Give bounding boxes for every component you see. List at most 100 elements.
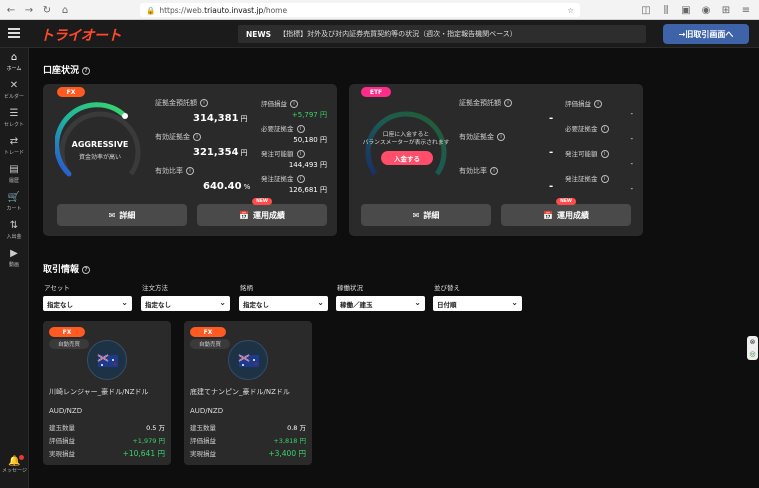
- cart-icon: 🛒: [7, 191, 21, 203]
- ratio-label: 有効比率 i: [155, 166, 194, 176]
- asset-select[interactable]: 指定なし ⌄: [43, 296, 132, 311]
- help-icon[interactable]: i: [600, 150, 609, 158]
- help-icon[interactable]: i: [497, 133, 505, 141]
- section-title-trading: 取引情報?: [43, 262, 91, 275]
- fx-account-card: FX AGGRESSIVE 資金効率が高い 証拠金預託額 i 314,381 円 有…: [43, 84, 337, 236]
- extensions-icon[interactable]: ⊞: [719, 3, 733, 17]
- filter-label-order-method: 注文方法: [142, 284, 168, 292]
- calendar-icon: 📅: [543, 210, 553, 220]
- deposit-icon: ⇅: [9, 219, 19, 231]
- help-icon[interactable]: i: [290, 100, 298, 108]
- sidebar-item-video[interactable]: ▶ 動画: [0, 244, 28, 272]
- detail-button-label: 詳細: [423, 210, 440, 220]
- sidebar-item-label: カート: [6, 205, 22, 212]
- etf-order-margin-value: -: [630, 185, 633, 193]
- forward-arrow-icon[interactable]: →: [22, 3, 36, 17]
- account-icon[interactable]: ◉: [699, 3, 713, 17]
- hamburger-menu-icon[interactable]: [8, 28, 20, 38]
- etf-detail-button[interactable]: ✉ 詳細: [361, 204, 491, 226]
- close-icon[interactable]: ⊗: [750, 338, 756, 346]
- help-icon[interactable]: i: [296, 175, 305, 183]
- notification-dot: [18, 455, 24, 460]
- etf-deposit-label: 証拠金預託額 i: [459, 98, 512, 108]
- auto-trade-badge: 自動売買: [49, 339, 89, 349]
- help-icon[interactable]: i: [600, 125, 609, 133]
- fx-detail-button[interactable]: ✉ 詳細: [57, 204, 187, 226]
- sidebar-item-builder[interactable]: ✕ ビルダー: [0, 76, 28, 104]
- sidebar-item-history[interactable]: ▤ 履歴: [0, 160, 28, 188]
- logo[interactable]: トライオート: [40, 25, 122, 45]
- sidebar-item-cart[interactable]: 🛒 カート: [0, 188, 28, 216]
- sidebar-toggle-icon[interactable]: ▣: [679, 3, 693, 17]
- news-text[interactable]: 【指標】対外及び対内証券売買契約等の状況（週次・指定報告機関ベース）: [279, 29, 517, 39]
- strategy-card[interactable]: FX 自動売買 底建てナンピン_豪ドル/NZドル AUD/NZD 建玉数量 0.8…: [184, 321, 312, 465]
- strategy-pair: AUD/NZD: [49, 407, 83, 415]
- sidebar-item-messages[interactable]: 🔔 メッセージ: [0, 455, 29, 474]
- chevron-down-icon: ⌄: [317, 298, 324, 307]
- new-badge: NEW: [556, 198, 576, 205]
- old-screen-button[interactable]: →旧取引画面へ: [663, 24, 749, 44]
- help-icon[interactable]: i: [490, 167, 498, 175]
- reload-icon[interactable]: ↻: [40, 3, 54, 17]
- sidebar-item-trade[interactable]: ⇄ トレード: [0, 132, 28, 160]
- calendar-icon: 📅: [239, 210, 249, 220]
- sidebar-item-deposit[interactable]: ⇅ 入出金: [0, 216, 28, 244]
- help-icon[interactable]: i: [296, 125, 305, 133]
- sidebar-item-label: セレクト: [3, 121, 24, 128]
- history-icon: ▤: [9, 163, 19, 175]
- order-method-select[interactable]: 指定なし ⌄: [141, 296, 230, 311]
- help-icon[interactable]: i: [193, 133, 201, 141]
- etf-account-card: ETF 口座に入金すると バランスメーターが表示されます 入金する 証拠金預託額 i…: [349, 84, 643, 236]
- symbol-select[interactable]: 指定なし ⌄: [239, 296, 328, 311]
- chevron-down-icon: ⌄: [511, 298, 518, 307]
- strategy-card[interactable]: FX 自動売買 川崎レンジャー_豪ドル/NZドル AUD/NZD 建玉数量 0.5…: [43, 321, 171, 465]
- etf-available-value: -: [630, 160, 633, 168]
- realized-row: 実現損益 +3,400 円: [190, 449, 306, 458]
- help-icon[interactable]: i: [594, 100, 602, 108]
- etf-badge: ETF: [361, 87, 391, 97]
- browser-menu-icon[interactable]: ≡: [739, 3, 753, 17]
- help-icon[interactable]: ?: [82, 67, 91, 75]
- fx-results-button[interactable]: NEW 📅 運用成績: [197, 198, 327, 226]
- sidebar-item-home[interactable]: ⌂ ホーム: [0, 48, 28, 76]
- sort-select[interactable]: 日付順 ⌄: [433, 296, 522, 311]
- help-icon[interactable]: i: [186, 167, 194, 175]
- help-icon[interactable]: i: [600, 175, 609, 183]
- ratio-value: 640.40%: [203, 181, 251, 192]
- help-icon[interactable]: i: [200, 99, 208, 107]
- position-row: 建玉数量 0.8 万: [190, 424, 306, 432]
- bookmark-star-icon[interactable]: ☆: [567, 6, 574, 15]
- required-margin-label: 必要証拠金 i: [261, 123, 305, 133]
- help-icon[interactable]: i: [296, 150, 305, 158]
- help-icon[interactable]: i: [504, 99, 512, 107]
- etf-results-button[interactable]: NEW 📅 運用成績: [501, 198, 631, 226]
- sidebar-item-label: トレード: [3, 149, 24, 156]
- video-icon: ▶: [10, 247, 18, 259]
- trading-title-text: 取引情報: [43, 265, 80, 275]
- widget-icon[interactable]: ◎: [749, 350, 755, 358]
- status-select[interactable]: 稼働／建玉 ⌄: [336, 296, 425, 311]
- library-icon[interactable]: ⫼: [659, 3, 673, 17]
- floating-widget[interactable]: ⊗ ◎: [747, 336, 758, 360]
- etf-deposit-button[interactable]: 入金する: [381, 151, 433, 165]
- filter-label-symbol: 銘柄: [240, 284, 253, 292]
- filter-label-sort: 並び替え: [434, 284, 460, 292]
- pocket-icon[interactable]: ◫: [639, 3, 653, 17]
- available-value: 144,493 円: [288, 161, 327, 169]
- sidebar-item-label: 動画: [8, 261, 19, 268]
- bell-icon: 🔔: [8, 455, 24, 467]
- help-icon[interactable]: ?: [82, 266, 91, 274]
- strategy-name: 底建てナンピン_豪ドル/NZドル: [190, 388, 290, 396]
- gauge-sub-label: 資金効率が高い: [78, 154, 121, 161]
- address-bar[interactable]: 🔒 https://web. triauto.invast.jp/home ☆: [140, 3, 580, 17]
- pnl-value: +5,797 円: [291, 111, 327, 119]
- sidebar-item-select[interactable]: ☰ セレクト: [0, 104, 28, 132]
- account-title-text: 口座状況: [43, 66, 80, 76]
- news-ticker[interactable]: NEWS 【指標】対外及び対内証券売買契約等の状況（週次・指定報告機関ベース）: [238, 25, 646, 43]
- url-domain: triauto.invast.jp: [204, 5, 264, 15]
- browser-home-icon[interactable]: ⌂: [58, 3, 72, 17]
- realized-row: 実現損益 +10,641 円: [49, 449, 165, 458]
- lock-icon: 🔒: [146, 5, 156, 15]
- back-arrow-icon[interactable]: ←: [4, 3, 18, 17]
- results-button-label: 運用成績: [252, 210, 285, 220]
